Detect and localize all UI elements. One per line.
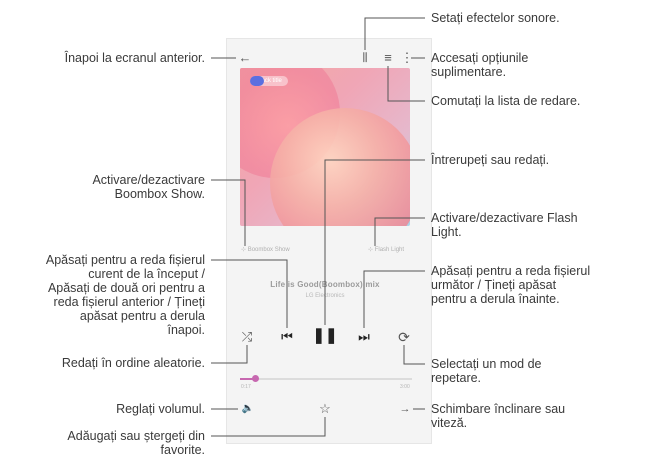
callout-shuffle: Redați în ordine aleatorie.: [61, 356, 205, 370]
more-options-icon[interactable]: ⋮: [401, 51, 414, 65]
callout-more: Accesați opțiunile suplimentare.: [431, 51, 529, 79]
callout-play-pause: Întrerupeți sau redați.: [431, 153, 550, 167]
speed-pitch-icon[interactable]: →: [397, 401, 413, 417]
album-art: Track title: [240, 68, 410, 226]
callout-boombox: Activare/dezactivare Boombox Show.: [92, 173, 205, 201]
callout-volume: Reglați volumul.: [116, 402, 205, 416]
callout-back: Înapoi la ecranul anterior.: [64, 51, 205, 65]
time-total: 3:00: [400, 384, 410, 390]
favorite-star-icon[interactable]: ☆: [317, 401, 333, 417]
callout-equalizer: Setați efectelor sonore.: [431, 11, 560, 25]
progress-bar[interactable]: [240, 375, 412, 382]
album-badge-dot: [250, 76, 264, 86]
flashlight-toggle[interactable]: ⊹ Flash Light: [368, 246, 404, 253]
playlist-icon[interactable]: ≡: [381, 51, 395, 65]
track-title: Life is Good(Boombox) mix: [270, 280, 380, 289]
boombox-toggle[interactable]: ⊹ Boombox Show: [241, 246, 290, 253]
play-pause-icon[interactable]: ❚❚: [312, 325, 337, 347]
volume-icon[interactable]: 🔈: [240, 401, 256, 417]
time-elapsed: 0:17: [241, 384, 251, 390]
callout-playlist: Comutați la lista de redare.: [431, 94, 581, 108]
callout-flashlight: Activare/dezactivare Flash Light.: [431, 211, 578, 239]
boombox-icon: ⊹: [241, 247, 248, 253]
repeat-icon[interactable]: ⟳: [396, 329, 412, 345]
back-arrow-icon[interactable]: ←: [238, 51, 252, 65]
callout-favorite: Adăugați sau ștergeți din favorite.: [67, 429, 205, 457]
track-artist: LG Electronics: [305, 293, 345, 299]
equalizer-icon[interactable]: ⫼: [358, 51, 372, 65]
callout-repeat: Selectați un mod de repetare.: [431, 357, 542, 385]
shuffle-icon[interactable]: ⤮: [239, 329, 255, 345]
boombox-label: Boombox Show: [247, 247, 290, 253]
next-icon[interactable]: ⏭: [354, 328, 374, 346]
callout-next: Apăsați pentru a reda fișierul următor /…: [431, 264, 591, 306]
previous-icon[interactable]: ⏮: [277, 328, 297, 346]
flashlight-icon: ⊹: [368, 247, 375, 253]
callout-speed: Schimbare înclinare sau viteză.: [431, 402, 566, 430]
callout-prev: Apăsați pentru a reda fișierul curent de…: [45, 253, 205, 337]
flashlight-label: Flash Light: [374, 247, 405, 253]
